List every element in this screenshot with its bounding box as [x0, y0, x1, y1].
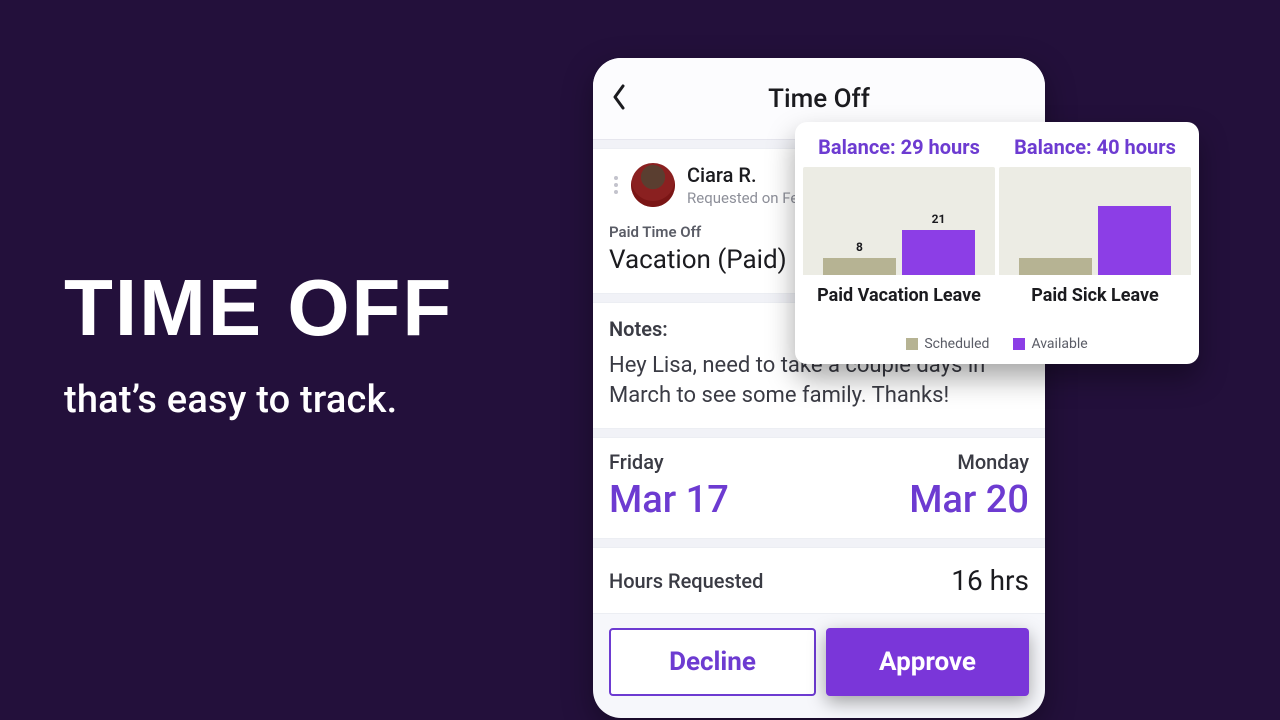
- promo-subtitle: that’s easy to track.: [64, 378, 453, 422]
- chevron-left-icon: [611, 84, 627, 114]
- avatar: [631, 163, 675, 207]
- decline-button[interactable]: Decline: [609, 628, 816, 696]
- chart-area-vacation: 8 21: [803, 167, 995, 275]
- legend-label-scheduled: Scheduled: [924, 336, 989, 352]
- back-button[interactable]: [611, 58, 655, 139]
- end-day-label: Monday: [957, 450, 1029, 474]
- date-range: Friday Mar 17 Monday Mar 20: [593, 437, 1045, 539]
- hours-value: 16 hrs: [951, 564, 1029, 597]
- chart-name-vacation: Paid Vacation Leave: [817, 275, 981, 310]
- chart-legend: Scheduled Available: [795, 330, 1199, 364]
- legend-swatch-available: [1013, 338, 1025, 350]
- chart-vacation: Balance: 29 hours 8 21 Paid Vacation Lea…: [803, 136, 995, 330]
- action-buttons: Decline Approve: [593, 614, 1045, 696]
- bar-scheduled-vac: [823, 258, 896, 275]
- bar-scheduled-sick: [1019, 258, 1092, 275]
- bar-available-vac: [902, 230, 975, 275]
- chart-name-sick: Paid Sick Leave: [1031, 275, 1159, 310]
- balance-popover: Balance: 29 hours 8 21 Paid Vacation Lea…: [795, 122, 1199, 364]
- end-date: Mar 20: [909, 478, 1029, 522]
- bar-label-scheduled-vac: 8: [856, 240, 863, 254]
- hours-row: Hours Requested 16 hrs: [593, 547, 1045, 614]
- kebab-icon[interactable]: [609, 176, 623, 194]
- start-day-label: Friday: [609, 450, 729, 474]
- page-title: Time Off: [768, 84, 870, 114]
- chart-area-sick: [999, 167, 1191, 275]
- balance-title-vacation: Balance: 29 hours: [818, 136, 980, 159]
- promo-block: TIME OFF that’s easy to track.: [64, 270, 453, 422]
- legend-swatch-scheduled: [906, 338, 918, 350]
- chart-sick: Balance: 40 hours Paid Sick Leave: [999, 136, 1191, 330]
- bar-available-sick: [1098, 206, 1171, 275]
- hours-label: Hours Requested: [609, 569, 763, 593]
- start-date: Mar 17: [609, 478, 729, 522]
- balance-title-sick: Balance: 40 hours: [1014, 136, 1176, 159]
- approve-button[interactable]: Approve: [826, 628, 1029, 696]
- legend-label-available: Available: [1031, 336, 1087, 352]
- bar-label-available-vac: 21: [932, 212, 946, 226]
- promo-title: TIME OFF: [64, 270, 453, 346]
